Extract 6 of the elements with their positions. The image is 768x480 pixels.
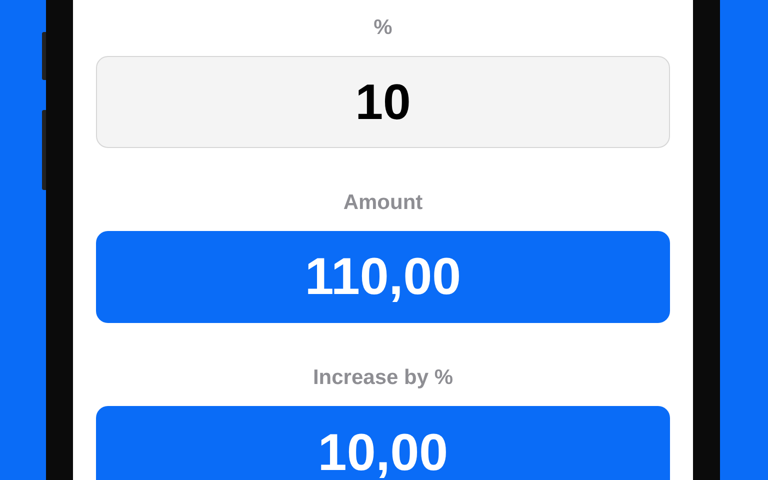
field-label: Amount (342, 190, 424, 216)
field-label: Increase by % (312, 365, 454, 392)
input-field[interactable]: 10 (96, 56, 670, 148)
result-display: 110,00 (96, 230, 670, 324)
result-display: 10,00 (96, 406, 670, 480)
field-label: % (372, 15, 394, 41)
